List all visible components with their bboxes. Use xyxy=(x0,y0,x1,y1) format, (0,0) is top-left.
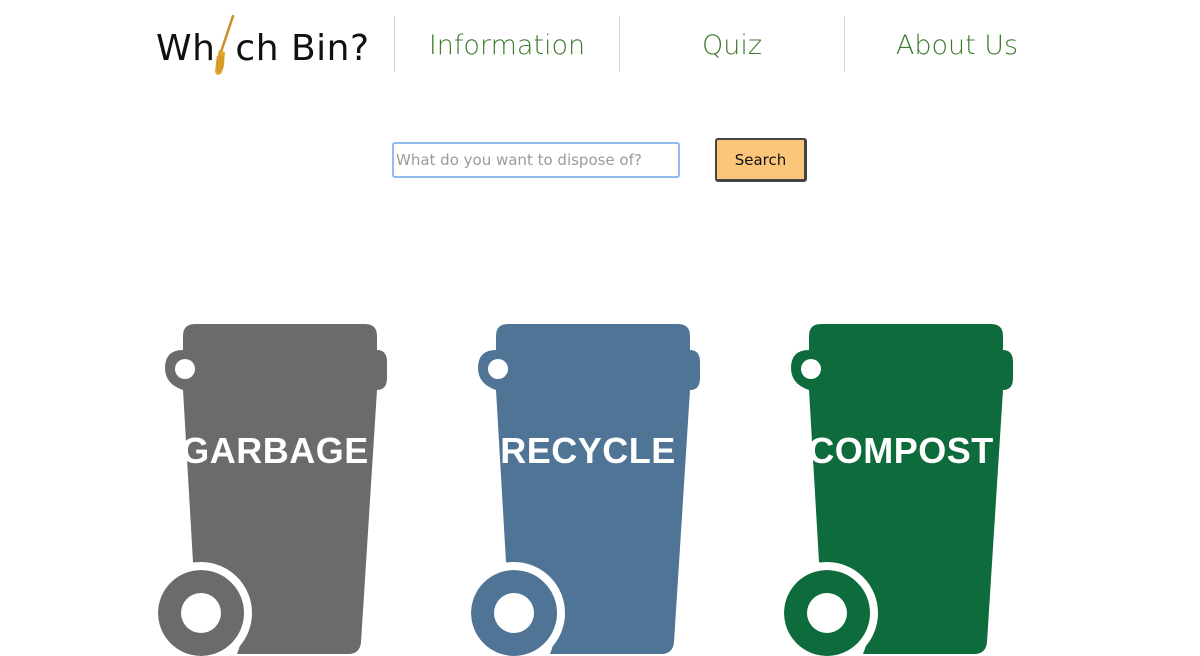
site-logo[interactable]: Wh ch Bin? xyxy=(156,14,370,82)
logo-text-end: ch Bin? xyxy=(235,28,370,69)
garbage-bin-icon xyxy=(155,324,387,656)
nav-information[interactable]: Information xyxy=(395,26,619,66)
bin-compost[interactable]: COMPOST xyxy=(781,322,1021,656)
bin-recycle[interactable]: RECYCLE xyxy=(468,322,708,656)
search-button[interactable]: Search xyxy=(715,138,807,182)
nav-about-us[interactable]: About Us xyxy=(845,26,1069,66)
broom-icon xyxy=(211,14,237,78)
recycle-bin-icon xyxy=(468,324,700,656)
bin-label-compost: COMPOST xyxy=(808,430,994,471)
nav-quiz[interactable]: Quiz xyxy=(620,26,844,66)
search-input[interactable] xyxy=(392,142,680,178)
bin-garbage[interactable]: GARBAGE xyxy=(155,322,395,656)
compost-bin-icon xyxy=(781,324,1013,656)
bin-label-garbage: GARBAGE xyxy=(181,430,369,471)
bin-label-recycle: RECYCLE xyxy=(500,430,676,471)
logo-text-start: Wh xyxy=(156,28,216,69)
page: Wh ch Bin? Information Quiz About Us Sea… xyxy=(0,0,1200,656)
